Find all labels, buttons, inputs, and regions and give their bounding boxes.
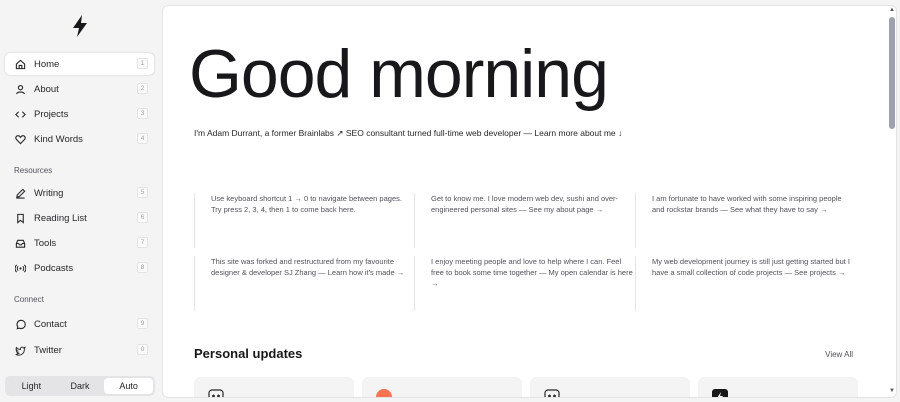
shortcut-key: 1 bbox=[137, 58, 148, 69]
theme-dark-button[interactable]: Dark bbox=[56, 378, 105, 394]
sidebar-item-contact[interactable]: Contact 9 bbox=[5, 313, 154, 335]
broadcast-icon bbox=[14, 262, 26, 274]
scrollbar-thumb[interactable] bbox=[889, 17, 895, 129]
sidebar-item-home[interactable]: Home 1 bbox=[5, 53, 154, 75]
shortcut-key: 3 bbox=[137, 108, 148, 119]
panda-icon bbox=[544, 389, 560, 397]
lightning-bolt-icon bbox=[712, 389, 728, 397]
theme-auto-button[interactable]: Auto bbox=[104, 378, 154, 394]
shortcut-key: 4 bbox=[137, 133, 148, 144]
intro-text[interactable]: I'm Adam Durrant, a former Brainlabs ↗ S… bbox=[194, 128, 622, 139]
shortcut-key: 2 bbox=[137, 83, 148, 94]
sidebar-item-writing[interactable]: Writing 5 bbox=[5, 182, 154, 204]
sidebar-item-label: Reading List bbox=[34, 212, 87, 224]
bookmark-icon bbox=[14, 212, 26, 224]
shortcut-key: 7 bbox=[137, 237, 148, 248]
scrollbar[interactable]: ▲ ▼ bbox=[887, 5, 897, 398]
sidebar-item-about[interactable]: About 2 bbox=[5, 78, 154, 100]
scroll-down-icon[interactable]: ▼ bbox=[889, 388, 895, 394]
chat-bubble-icon bbox=[14, 318, 26, 330]
tip-kind-words[interactable]: I am fortunate to have worked with some … bbox=[635, 193, 855, 248]
tip-keyboard-shortcuts[interactable]: Use keyboard shortcut 1 → 0 to navigate … bbox=[194, 193, 414, 248]
sidebar-item-projects[interactable]: Projects 3 bbox=[5, 103, 154, 125]
lightning-bolt-icon[interactable] bbox=[71, 15, 89, 37]
sidebar-item-podcasts[interactable]: Podcasts 8 bbox=[5, 257, 154, 279]
sidebar-item-label: About bbox=[34, 83, 59, 95]
tips-grid: Use keyboard shortcut 1 → 0 to navigate … bbox=[194, 193, 856, 311]
sidebar-item-label: Tools bbox=[34, 237, 57, 249]
sidebar-item-label: Kind Words bbox=[34, 133, 83, 145]
shortcut-key: 5 bbox=[137, 187, 148, 198]
sidebar-item-twitter[interactable]: Twitter 0 bbox=[5, 339, 154, 361]
panda-icon bbox=[208, 389, 224, 397]
user-icon bbox=[14, 83, 26, 95]
page-title: Good morning bbox=[189, 36, 609, 112]
update-card[interactable] bbox=[362, 377, 522, 397]
heart-icon bbox=[14, 133, 26, 145]
section-label-resources: Resources bbox=[14, 166, 53, 175]
tip-projects[interactable]: My web development journey is still just… bbox=[635, 256, 855, 311]
tip-how-its-made[interactable]: This site was forked and restructured fr… bbox=[194, 256, 414, 311]
shortcut-key: 6 bbox=[137, 212, 148, 223]
theme-light-button[interactable]: Light bbox=[7, 378, 56, 394]
updates-heading: Personal updates bbox=[194, 346, 303, 361]
shortcut-key: 9 bbox=[137, 318, 148, 329]
view-all-link[interactable]: View All bbox=[825, 350, 853, 359]
sidebar-item-label: Writing bbox=[34, 187, 64, 199]
pen-icon bbox=[14, 187, 26, 199]
update-card[interactable] bbox=[530, 377, 690, 397]
sidebar-item-tools[interactable]: Tools 7 bbox=[5, 232, 154, 254]
home-icon bbox=[14, 58, 26, 70]
sidebar-item-kind-words[interactable]: Kind Words 4 bbox=[5, 128, 154, 150]
twitter-icon bbox=[14, 344, 26, 356]
scroll-up-icon[interactable]: ▲ bbox=[889, 7, 895, 13]
theme-switcher: Light Dark Auto bbox=[5, 376, 155, 396]
code-icon bbox=[14, 108, 26, 120]
brand-logo-icon bbox=[376, 389, 392, 397]
sidebar: Home 1 About 2 Projects 3 Kind Words 4 R… bbox=[0, 0, 160, 402]
section-label-connect: Connect bbox=[14, 295, 44, 304]
shortcut-key: 0 bbox=[137, 344, 148, 355]
update-card[interactable] bbox=[194, 377, 354, 397]
inbox-icon bbox=[14, 237, 26, 249]
sidebar-item-label: Home bbox=[34, 58, 60, 70]
sidebar-item-label: Twitter bbox=[34, 344, 62, 356]
tip-calendar[interactable]: I enjoy meeting people and love to help … bbox=[414, 256, 634, 311]
main-panel: Good morning I'm Adam Durrant, a former … bbox=[162, 5, 897, 398]
sidebar-item-label: Contact bbox=[34, 318, 67, 330]
shortcut-key: 8 bbox=[137, 262, 148, 273]
sidebar-item-label: Projects bbox=[34, 108, 69, 120]
sidebar-item-reading-list[interactable]: Reading List 6 bbox=[5, 207, 154, 229]
tip-about[interactable]: Get to know me. I love modern web dev, s… bbox=[414, 193, 634, 248]
sidebar-item-label: Podcasts bbox=[34, 262, 74, 274]
update-card[interactable] bbox=[698, 377, 858, 397]
